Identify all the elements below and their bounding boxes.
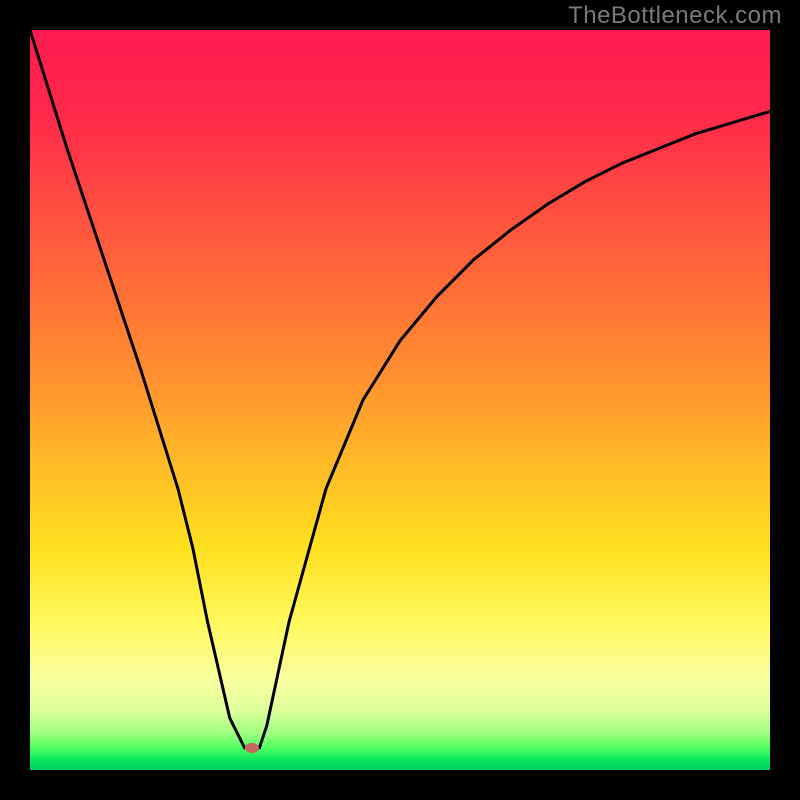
watermark-text: TheBottleneck.com	[568, 2, 782, 30]
optimal-point-marker	[245, 743, 259, 753]
plot-area	[30, 30, 770, 770]
curve-layer	[30, 30, 770, 770]
chart-frame: TheBottleneck.com	[0, 0, 800, 800]
bottleneck-curve	[30, 30, 770, 748]
